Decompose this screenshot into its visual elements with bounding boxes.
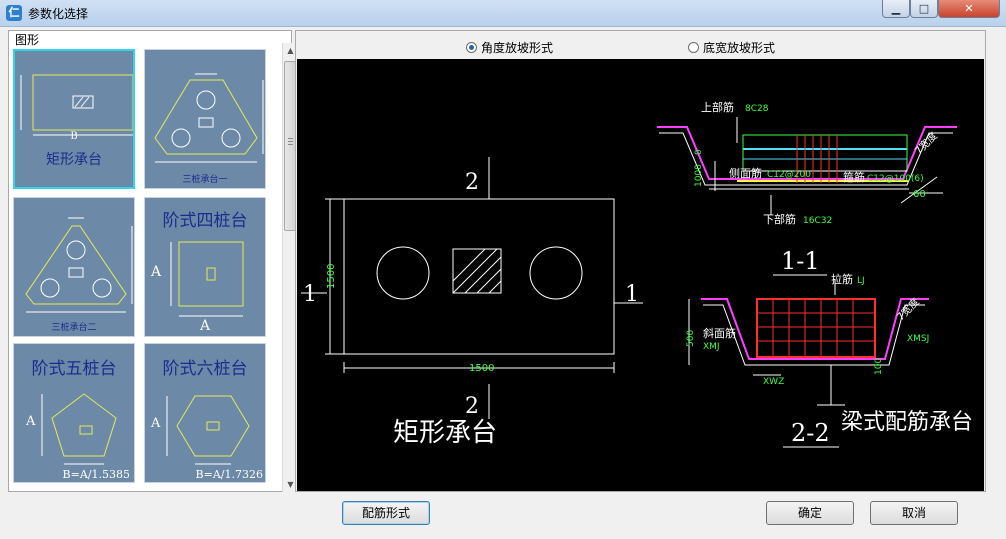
section-1-title: 1-1	[781, 247, 820, 275]
angle-slope-label: 角度放坡形式	[481, 41, 554, 55]
thumb-caption: 三桩承台二	[51, 323, 97, 333]
angle-slope-radio[interactable]: 角度放坡形式	[466, 39, 553, 56]
dim-a-side-label: A	[26, 414, 36, 429]
three-pile-cap-1-icon	[154, 73, 264, 163]
side-rebar-value: C12@200	[767, 170, 811, 180]
stirrup-label: 箍筋	[843, 170, 865, 184]
cad-preview-canvas: 1500 1500 1 1 2 2 矩形承台 上部筋 8C28 侧面筋 C12@…	[297, 59, 984, 491]
thumb-stepped-six-pile[interactable]: 阶式六桩台 A B=A/1.7326	[144, 343, 266, 483]
ok-button[interactable]: 确定	[766, 501, 854, 525]
rebar-form-button[interactable]: 配筋形式	[342, 501, 430, 525]
section-mark-2-top: 2	[465, 170, 479, 195]
dim-a-side-label: A	[151, 416, 161, 431]
tie-label: 拉筋	[831, 272, 853, 286]
minimize-button[interactable]: ▁	[882, 0, 910, 18]
stirrup-value: C12@100(6)	[867, 174, 924, 184]
right-title-text: 梁式配筋承台	[841, 410, 973, 435]
title-bar: 仁 参数化选择 ▁ □ ✕	[0, 0, 1006, 27]
stepped-six-pile-icon	[166, 395, 250, 465]
dim-a-bottom-label: A	[199, 318, 211, 334]
maximize-button[interactable]: □	[910, 0, 938, 18]
tie-value: LJ	[857, 276, 865, 286]
bottom-rebar-label: 下部筋	[763, 212, 796, 226]
top-rebar-label: 上部筋	[701, 100, 734, 114]
xwz-label: XWZ	[763, 377, 784, 387]
side-rebar-label: 侧面筋	[729, 166, 762, 180]
close-button[interactable]: ✕	[938, 0, 1000, 18]
main-title-text: 矩形承台	[393, 418, 497, 448]
stepped-four-pile-icon	[170, 241, 244, 317]
thumb-caption: 矩形承台	[46, 152, 102, 168]
dim-b-label: B	[70, 131, 78, 142]
dim-0-text: 0	[694, 149, 704, 155]
angle-value: 60	[913, 189, 926, 200]
dim-500-text: 500	[686, 330, 696, 347]
thumb-stepped-four-pile[interactable]: 阶式四桩台 A A	[144, 197, 266, 337]
slope-mode-radio-group: 角度放坡形式 底宽放坡形式	[296, 31, 985, 59]
slope-value-left: XMJ	[703, 342, 720, 352]
thumb-rectangular-cap[interactable]: B 矩形承台	[13, 49, 135, 189]
formula-label: B=A/1.5385	[62, 468, 130, 481]
section-mark-1-right: 1	[625, 282, 639, 307]
thumb-three-pile-cap-1[interactable]: 三桩承台一	[144, 49, 266, 189]
cancel-button[interactable]: 取消	[870, 501, 958, 525]
thumb-caption: 三桩承台一	[182, 175, 228, 185]
slope-label: 斜面筋	[703, 326, 736, 340]
bottom-rebar-value: 16C32	[803, 216, 832, 226]
width-slope-label: 底宽放坡形式	[703, 41, 776, 55]
thumb-three-pile-cap-2[interactable]: 三桩承台二	[13, 197, 135, 337]
top-rebar-value: 8C28	[745, 104, 769, 114]
shape-gallery-panel: 图形 B 矩形承台 三桩承台一 三桩承台二 阶式四桩台 A A 阶式五桩台 A …	[8, 30, 298, 492]
radio-selected-icon	[466, 42, 477, 53]
dim-height-text: 1500	[326, 264, 337, 289]
app-logo-icon: 仁	[6, 5, 22, 21]
radio-unselected-icon	[688, 42, 699, 53]
dim-1000-text: 1000	[694, 164, 704, 187]
dim-100-text: 100	[874, 358, 884, 375]
preview-panel: 角度放坡形式 底宽放坡形式 1500 1500 1 1 2 2 矩形承台 上部筋…	[295, 30, 986, 492]
width-slope-radio[interactable]: 底宽放坡形式	[688, 39, 775, 56]
section-mark-2-bottom: 2	[465, 394, 479, 419]
dim-a-side-label: A	[151, 264, 162, 280]
thumb-stepped-five-pile[interactable]: 阶式五桩台 A B=A/1.5385	[13, 343, 135, 483]
dim-width-text: 1500	[469, 363, 494, 374]
formula-label: B=A/1.7326	[195, 468, 263, 481]
three-pile-cap-2-icon	[25, 217, 133, 313]
group-label: 图形	[13, 31, 42, 48]
slope-value-right: XMSJ	[907, 334, 929, 344]
cad-drawing: 1500 1500 1 1 2 2 矩形承台 上部筋 8C28 侧面筋 C12@…	[301, 100, 973, 448]
section-mark-1-left: 1	[303, 282, 317, 307]
section-2-title: 2-2	[791, 419, 830, 447]
window-title: 参数化选择	[28, 7, 89, 21]
